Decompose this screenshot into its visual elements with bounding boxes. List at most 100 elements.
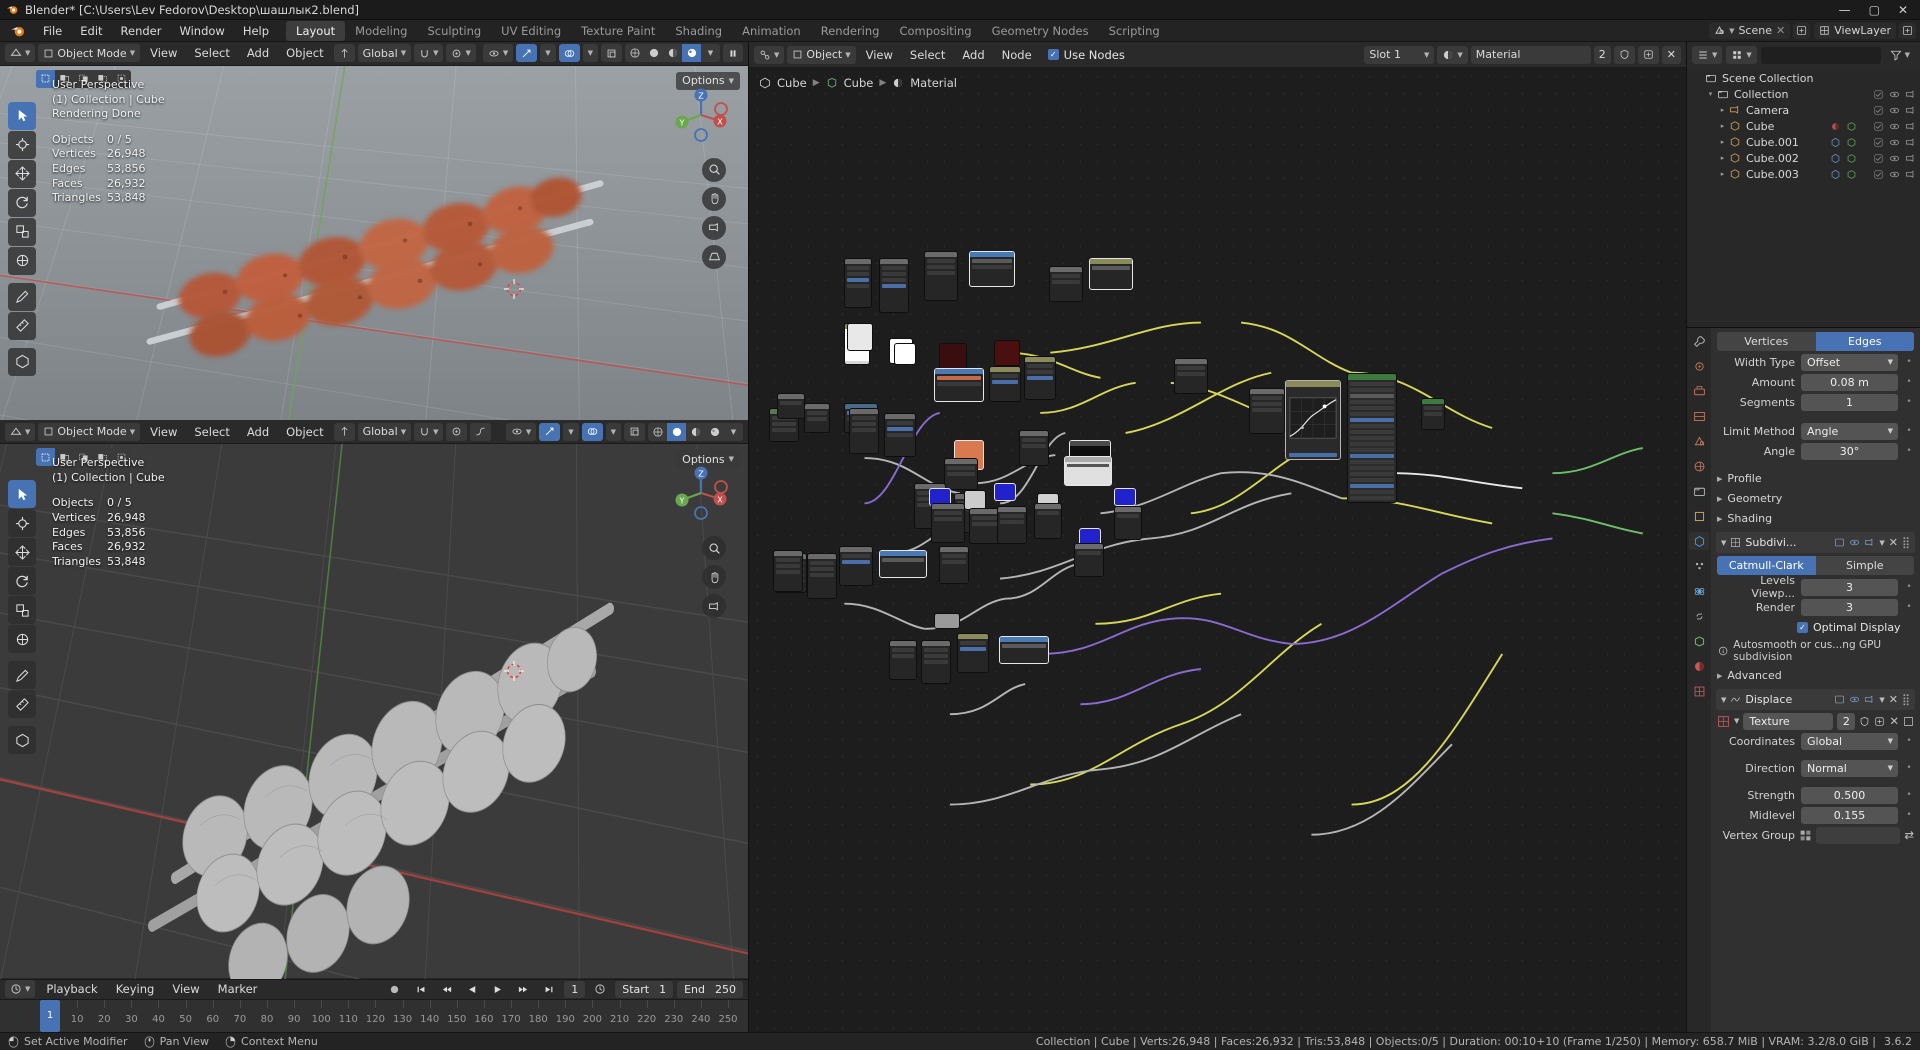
falloff-dropdown-bottom[interactable]	[470, 422, 492, 441]
shading-solid-bottom[interactable]	[667, 422, 686, 441]
displace-strength-row[interactable]: Strength 0.500 •	[1717, 786, 1914, 804]
outliner-disclosure-icon[interactable]: ▸	[1717, 106, 1728, 114]
node-generic[interactable]	[931, 503, 965, 543]
auto-keying-button[interactable]	[383, 980, 406, 998]
workspace-tab-modeling[interactable]: Modeling	[345, 21, 417, 41]
viewport-bottom-menu-view[interactable]: View	[143, 425, 184, 439]
workspace-tab-rendering[interactable]: Rendering	[811, 21, 890, 41]
menu-window[interactable]: Window	[170, 21, 233, 41]
bevel-angle-animate-dot[interactable]: •	[1904, 446, 1914, 456]
material-name-field[interactable]: Material	[1470, 45, 1591, 64]
node-selected[interactable]	[879, 550, 927, 578]
bevel-width-type-field[interactable]: Offset ▼	[1801, 353, 1898, 371]
outliner-display-mode[interactable]: ▼	[1726, 46, 1757, 64]
modifier-header-displace[interactable]: ▼ Displace ▼ ✕ ⣿	[1716, 689, 1915, 710]
subdivision-mode-catmull-clark[interactable]: Catmull-Clark	[1717, 556, 1816, 575]
node-generic[interactable]	[1114, 506, 1142, 540]
camera-view-icon-bottom[interactable]	[702, 594, 726, 619]
workspace-tab-scripting[interactable]: Scripting	[1099, 21, 1170, 41]
properties-tab-column[interactable]	[1687, 328, 1711, 1032]
subdivision-render-row[interactable]: Render 3 •	[1717, 598, 1914, 616]
timeline-playhead[interactable]: 1	[40, 999, 60, 1032]
properties-tab-modifiers-icon[interactable]	[1689, 532, 1709, 550]
outliner-row-scene-collection[interactable]: Scene Collection	[1687, 70, 1920, 86]
shader-menu-node[interactable]: Node	[995, 48, 1039, 62]
tool-scale-icon-bottom[interactable]	[8, 596, 36, 625]
viewport-top-menu-add[interactable]: Add	[240, 46, 276, 60]
subdivision-levels-viewport-field[interactable]: 3	[1801, 578, 1898, 596]
subdivision-drag-icon[interactable]: ⣿	[1902, 536, 1910, 549]
editor-type-selector-timeline[interactable]: ▼	[5, 980, 36, 999]
subdivision-levels-animate-dot[interactable]: •	[1904, 582, 1914, 592]
editor-type-selector-viewport-top[interactable]: ▼	[5, 44, 36, 63]
editor-type-selector-viewport-bottom[interactable]: ▼	[5, 422, 36, 441]
shading-dropdown-bottom[interactable]: ▼	[724, 423, 743, 441]
properties-tab-tool-icon[interactable]	[1689, 332, 1709, 350]
viewport-top[interactable]: Options ▼ User Perspective (1) Collectio…	[0, 65, 748, 421]
subdivision-mode-toggle[interactable]: Catmull-Clark Simple	[1717, 556, 1914, 575]
node-generic[interactable]	[804, 403, 830, 433]
tool-move-icon[interactable]	[8, 159, 36, 188]
prev-keyframe-button[interactable]	[436, 980, 458, 998]
node-generic[interactable]	[1174, 358, 1208, 394]
subdivision-render-animate-dot[interactable]: •	[1904, 602, 1914, 612]
viewport-top-nav-buttons[interactable]	[702, 157, 726, 269]
new-scene-button[interactable]	[1793, 22, 1811, 39]
shading-solid-top[interactable]	[644, 44, 663, 62]
bevel-segments-field[interactable]: 1	[1801, 393, 1898, 411]
node-color-swatch[interactable]	[894, 343, 916, 365]
bevel-segments-animate-dot[interactable]: •	[1904, 397, 1914, 407]
outliner-row-controls[interactable]	[1830, 169, 1916, 180]
outliner-row-controls[interactable]	[1830, 153, 1916, 164]
tool-transform-icon-bottom[interactable]	[8, 625, 36, 654]
material-browse-icon[interactable]: ▼	[1437, 45, 1468, 64]
viewport-top-menu-select[interactable]: Select	[187, 46, 236, 60]
viewport-bottom-menu-object[interactable]: Object	[279, 425, 330, 439]
node-selected[interactable]	[999, 636, 1049, 664]
displace-strength-animate-dot[interactable]: •	[1904, 790, 1914, 800]
outliner-row-cube-003[interactable]: ▸ Cube.003	[1687, 166, 1920, 182]
subdivision-render-field[interactable]: 3	[1801, 598, 1898, 616]
node-generic[interactable]	[989, 366, 1021, 402]
shader-menu-select[interactable]: Select	[903, 48, 952, 62]
subdivision-menu-icon[interactable]: ▼	[1879, 539, 1884, 547]
tool-measure-icon-bottom[interactable]	[8, 690, 36, 719]
bevel-segments-row[interactable]: Segments 1 •	[1717, 393, 1914, 411]
tool-annotate-icon[interactable]	[8, 282, 36, 311]
subdivision-section-advanced[interactable]: ▶ Advanced	[1717, 666, 1914, 685]
displace-vertex-group-row[interactable]: Vertex Group ⇄	[1717, 826, 1914, 844]
displace-edit-mode-icon[interactable]	[1834, 694, 1845, 705]
node-generic[interactable]	[777, 393, 805, 419]
viewport-bottom-menu-select[interactable]: Select	[187, 425, 236, 439]
tool-select-box-icon[interactable]	[8, 101, 36, 130]
displace-midlevel-animate-dot[interactable]: •	[1904, 810, 1914, 820]
outliner-row-controls[interactable]	[1830, 121, 1916, 132]
node-principled-bsdf[interactable]	[1347, 373, 1397, 503]
node-generic[interactable]	[807, 553, 837, 599]
shading-mode-group-bottom[interactable]: ▼	[648, 422, 743, 441]
shading-material-top[interactable]	[663, 44, 682, 62]
workspace-tab-layout[interactable]: Layout	[286, 20, 346, 41]
tool-move-icon-bottom[interactable]	[8, 538, 36, 567]
properties-tab-material-icon[interactable]	[1689, 657, 1709, 675]
viewport-bottom[interactable]: Options ▼ User Perspective (1) Collectio…	[0, 444, 748, 979]
bevel-section-profile[interactable]: ▶ Profile	[1717, 469, 1914, 488]
overlays-toggle-bottom[interactable]	[581, 422, 603, 441]
tool-rotate-icon[interactable]	[8, 188, 36, 217]
displace-vertex-group-invert-icon[interactable]: ⇄	[1904, 828, 1914, 842]
node-selected[interactable]	[934, 368, 984, 402]
outliner-row-collection[interactable]: ▾ Collection	[1687, 86, 1920, 102]
node-blue-swatch[interactable]	[994, 483, 1016, 501]
subdivision-mode-simple[interactable]: Simple	[1815, 556, 1914, 575]
navigation-gizmo-bottom[interactable]: Z Y X	[668, 460, 734, 526]
subdivision-render-icon[interactable]	[1864, 537, 1875, 548]
displace-realtime-icon[interactable]	[1849, 694, 1860, 705]
bevel-amount-field[interactable]: 0.08 m	[1801, 373, 1898, 391]
node-generic[interactable]	[879, 258, 909, 313]
bevel-tab-edges[interactable]: Edges	[1815, 332, 1914, 351]
node-generic[interactable]	[773, 550, 803, 592]
properties-tab-scene-icon[interactable]	[1689, 432, 1709, 450]
tool-add-cube-icon[interactable]	[8, 347, 36, 376]
gizmo-toggle-top[interactable]	[516, 44, 538, 63]
viewport-top-toolbar[interactable]	[8, 101, 36, 376]
